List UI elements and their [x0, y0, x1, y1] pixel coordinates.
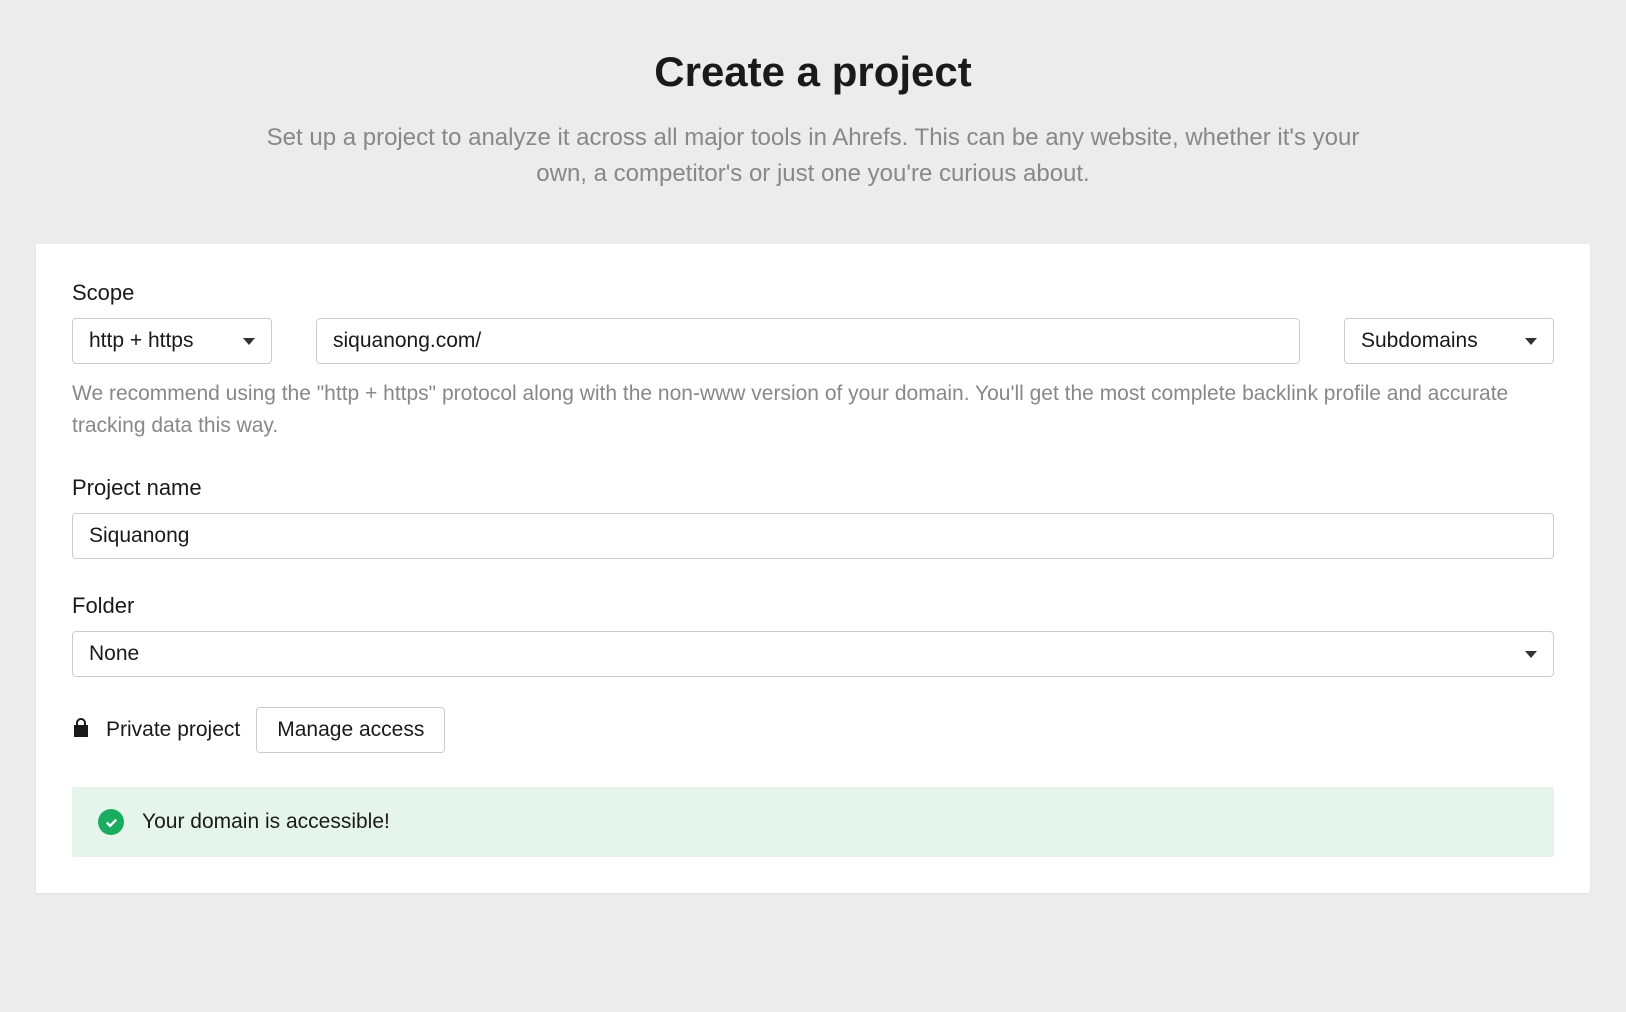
scope-label: Scope	[72, 280, 1554, 306]
protocol-selected-value: http + https	[89, 329, 194, 353]
status-banner: Your domain is accessible!	[72, 787, 1554, 857]
project-name-label: Project name	[72, 475, 1554, 501]
manage-access-button[interactable]: Manage access	[256, 707, 445, 753]
folder-label: Folder	[72, 593, 1554, 619]
folder-dropdown[interactable]: None	[72, 631, 1554, 677]
page-title: Create a project	[36, 48, 1590, 96]
caret-down-icon	[1525, 338, 1537, 345]
check-circle-icon	[98, 809, 124, 835]
subdomains-dropdown[interactable]: Subdomains	[1344, 318, 1554, 364]
privacy-label: Private project	[106, 718, 240, 742]
folder-selected-value: None	[89, 642, 139, 666]
caret-down-icon	[243, 338, 255, 345]
scope-help-text: We recommend using the "http + https" pr…	[72, 378, 1554, 441]
protocol-dropdown[interactable]: http + https	[72, 318, 272, 364]
caret-down-icon	[1525, 651, 1537, 658]
lock-icon	[72, 717, 90, 743]
project-form-card: Scope http + https Subdomains We recomme…	[36, 244, 1590, 893]
page-subtitle: Set up a project to analyze it across al…	[263, 120, 1363, 192]
url-input[interactable]	[316, 318, 1300, 364]
project-name-input[interactable]	[72, 513, 1554, 559]
status-message: Your domain is accessible!	[142, 810, 390, 834]
subdomains-selected-value: Subdomains	[1361, 329, 1478, 353]
